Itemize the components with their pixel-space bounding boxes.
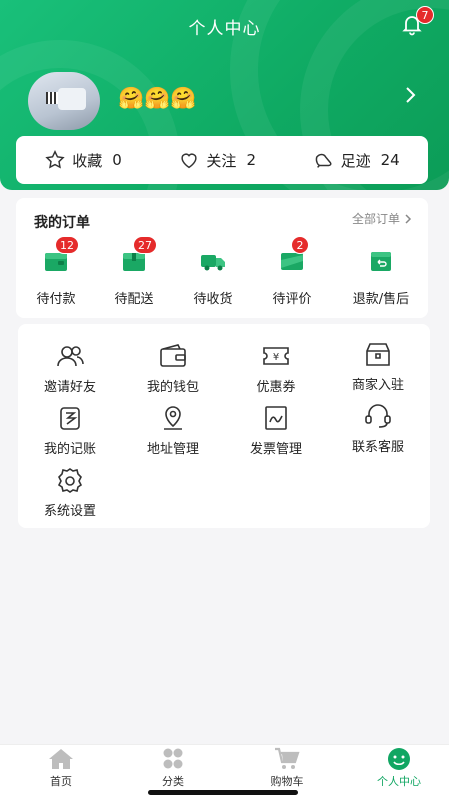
service-ledger[interactable]: 我的记账 [20,404,120,457]
service-invite-friends[interactable]: 邀请好友 [20,342,120,395]
page-title: 个人中心 [188,19,261,39]
service-address[interactable]: 地址管理 [123,404,223,457]
order-badge: 12 [55,236,79,254]
refund-icon [371,252,391,271]
service-wallet[interactable]: 我的钱包 [123,342,223,395]
chevron-right-icon [405,213,412,224]
stats-card: 收藏 0 关注 2 足迹 24 [16,136,428,184]
users-icon [57,346,84,367]
order-pending-receipt[interactable]: 待收货 [173,248,253,307]
orders-title: 我的订单 [34,215,90,231]
all-orders-link[interactable]: 全部订单 [352,210,412,227]
order-pending-payment[interactable]: 12 待付款 [16,236,96,307]
order-label: 待付款 [36,292,76,307]
stat-following[interactable]: 关注 2 [178,149,256,171]
order-pending-delivery[interactable]: 27 待配送 [94,236,174,307]
service-customer-support[interactable]: 联系客服 [328,402,428,455]
services-card: 邀请好友 我的钱包 ¥ 优惠券 商家入驻 我的记账 地址管理 发票管理 联系客服… [18,324,430,528]
truck-icon [201,255,225,271]
stat-value: 0 [112,151,122,169]
stat-footprint[interactable]: 足迹 24 [313,149,400,171]
footprint-icon [315,153,332,168]
star-icon [45,150,65,169]
service-settings[interactable]: 系统设置 [20,466,120,519]
stat-favorites[interactable]: 收藏 0 [44,149,122,171]
avatar[interactable] [28,72,100,130]
order-badge: 27 [133,236,157,254]
stat-label: 收藏 [72,151,103,170]
gear-icon [57,468,83,493]
headset-icon [365,404,391,428]
order-badge: 2 [291,236,309,254]
invoice-icon [265,406,287,430]
stat-value: 24 [380,151,400,169]
service-coupons[interactable]: ¥ 优惠券 [226,342,326,395]
user-nickname[interactable]: 🤗🤗🤗 [118,86,196,111]
cart-icon [275,747,300,769]
profile-icon [388,748,410,770]
notification-badge: 7 [416,6,434,24]
order-label: 待评价 [272,292,312,307]
tab-home[interactable]: 首页 [26,747,96,789]
svg-text:¥: ¥ [273,352,279,363]
order-label: 待收货 [193,292,233,307]
order-refund-aftersale[interactable]: 退款/售后 [338,248,424,307]
chevron-right-icon[interactable] [400,84,420,106]
notification-button[interactable]: 7 [400,6,434,40]
shop-icon [366,343,390,366]
stat-label: 关注 [206,151,237,170]
stat-label: 足迹 [340,151,371,170]
service-merchant-join[interactable]: 商家入驻 [328,340,428,393]
category-icon [163,748,183,769]
home-indicator [148,790,298,795]
ledger-icon [60,407,80,430]
tab-cart[interactable]: 购物车 [252,747,322,789]
service-invoice[interactable]: 发票管理 [226,404,326,457]
heart-icon [181,153,198,169]
wallet-icon [160,344,186,367]
order-label: 待配送 [114,292,154,307]
home-icon [49,749,73,769]
stat-value: 2 [246,151,256,169]
coupon-icon: ¥ [263,347,289,365]
order-label: 退款/售后 [352,292,410,307]
tab-profile[interactable]: 个人中心 [364,747,434,789]
orders-card: 我的订单 全部订单 12 待付款 27 待配送 待收货 2 待评价 退款/售后 [16,198,428,318]
tab-category[interactable]: 分类 [138,747,208,789]
location-icon [164,406,182,430]
order-pending-review[interactable]: 2 待评价 [252,236,332,307]
